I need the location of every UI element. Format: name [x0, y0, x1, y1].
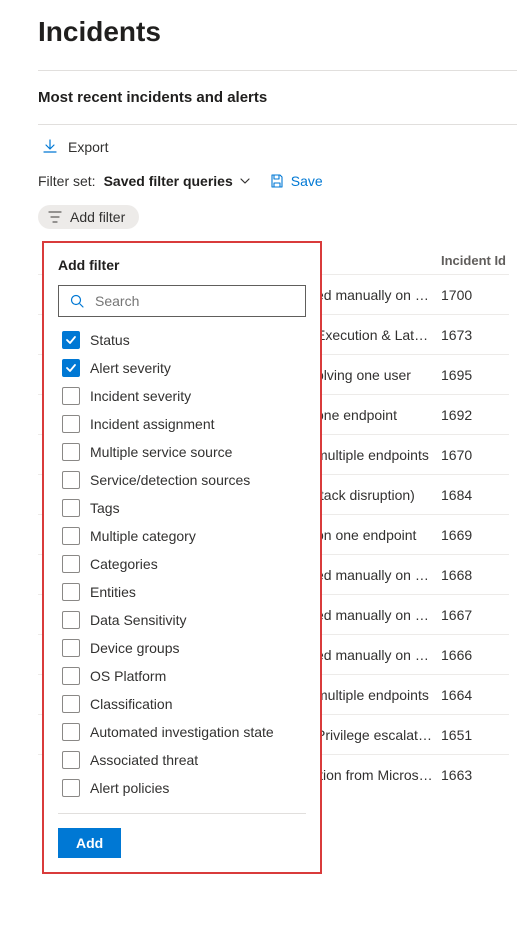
filter-option-label: Multiple category — [90, 528, 196, 544]
checkbox[interactable] — [62, 471, 80, 489]
checkbox[interactable] — [62, 611, 80, 629]
incident-id-cell: 1669 — [441, 527, 509, 543]
filter-option[interactable]: Entities — [62, 583, 302, 601]
filter-option-label: Multiple service source — [90, 444, 232, 460]
checkbox[interactable] — [62, 387, 80, 405]
download-icon — [42, 139, 58, 155]
export-label: Export — [68, 139, 108, 155]
column-header-incident-id[interactable]: Incident Id — [441, 253, 509, 268]
checkbox[interactable] — [62, 415, 80, 433]
filter-option-label: Incident severity — [90, 388, 191, 404]
filter-option-label: OS Platform — [90, 668, 166, 684]
search-input-wrap[interactable] — [58, 285, 306, 317]
incident-id-cell: 1664 — [441, 687, 509, 703]
checkbox[interactable] — [62, 723, 80, 741]
checkbox[interactable] — [62, 695, 80, 713]
section-title: Most recent incidents and alerts — [38, 89, 517, 106]
filter-option[interactable]: Status — [62, 331, 302, 349]
add-filter-chip-label: Add filter — [70, 209, 125, 225]
incident-id-cell: 1651 — [441, 727, 509, 743]
filter-option-label: Alert severity — [90, 360, 171, 376]
filter-option[interactable]: Alert policies — [62, 779, 302, 797]
filter-option-label: Automated investigation state — [90, 724, 274, 740]
filterset-value: Saved filter queries — [104, 173, 233, 189]
filter-option[interactable]: Categories — [62, 555, 302, 573]
filter-option-label: Incident assignment — [90, 416, 215, 432]
filter-option-label: Data Sensitivity — [90, 612, 186, 628]
incident-id-cell: 1684 — [441, 487, 509, 503]
incident-id-cell: 1692 — [441, 407, 509, 423]
filterset-label: Filter set: — [38, 173, 96, 189]
filter-option[interactable]: Incident severity — [62, 387, 302, 405]
checkbox[interactable] — [62, 555, 80, 573]
incident-id-cell: 1695 — [441, 367, 509, 383]
add-filter-chip[interactable]: Add filter — [38, 205, 139, 229]
filter-option[interactable]: Incident assignment — [62, 415, 302, 433]
incident-id-cell: 1667 — [441, 607, 509, 623]
divider — [38, 124, 517, 125]
filter-option[interactable]: Service/detection sources — [62, 471, 302, 489]
filter-option[interactable]: OS Platform — [62, 667, 302, 685]
filter-option-label: Status — [90, 332, 130, 348]
add-filter-popup: Add filter Status Alert severity Incident … — [42, 241, 322, 874]
checkbox[interactable] — [62, 667, 80, 685]
checkbox[interactable] — [62, 779, 80, 797]
checkbox-checked[interactable] — [62, 331, 80, 349]
export-button[interactable]: Export — [42, 139, 517, 155]
filter-option-label: Categories — [90, 556, 158, 572]
incident-id-cell: 1670 — [441, 447, 509, 463]
chevron-down-icon — [239, 175, 251, 187]
divider — [38, 70, 517, 71]
save-icon — [269, 173, 285, 189]
save-label: Save — [291, 173, 323, 189]
filter-option-label: Device groups — [90, 640, 180, 656]
page-title: Incidents — [38, 16, 517, 48]
filter-option[interactable]: Data Sensitivity — [62, 611, 302, 629]
filter-option[interactable]: Classification — [62, 695, 302, 713]
filter-option[interactable]: Alert severity — [62, 359, 302, 377]
filter-option[interactable]: Multiple service source — [62, 443, 302, 461]
filterset-dropdown[interactable]: Saved filter queries — [104, 173, 251, 189]
filter-option-label: Alert policies — [90, 780, 169, 796]
incident-id-cell: 1666 — [441, 647, 509, 663]
search-input[interactable] — [93, 292, 295, 310]
add-button[interactable]: Add — [58, 828, 121, 858]
filter-option-label: Service/detection sources — [90, 472, 250, 488]
checkbox[interactable] — [62, 443, 80, 461]
incident-id-cell: 1663 — [441, 767, 509, 783]
incident-id-cell: 1673 — [441, 327, 509, 343]
popup-title: Add filter — [58, 257, 306, 273]
checkbox[interactable] — [62, 751, 80, 769]
filter-icon — [48, 210, 62, 224]
search-icon — [69, 293, 85, 309]
filter-option-label: Entities — [90, 584, 136, 600]
save-button[interactable]: Save — [269, 173, 323, 189]
filter-option[interactable]: Tags — [62, 499, 302, 517]
filter-option-label: Tags — [90, 500, 120, 516]
filter-option-label: Classification — [90, 696, 172, 712]
incident-id-cell: 1668 — [441, 567, 509, 583]
filter-option[interactable]: Associated threat — [62, 751, 302, 769]
filter-option[interactable]: Device groups — [62, 639, 302, 657]
checkbox-checked[interactable] — [62, 359, 80, 377]
checkbox[interactable] — [62, 499, 80, 517]
checkbox[interactable] — [62, 527, 80, 545]
filter-option-label: Associated threat — [90, 752, 198, 768]
checkbox[interactable] — [62, 583, 80, 601]
filter-option[interactable]: Multiple category — [62, 527, 302, 545]
incident-id-cell: 1700 — [441, 287, 509, 303]
checkbox[interactable] — [62, 639, 80, 657]
filter-option[interactable]: Automated investigation state — [62, 723, 302, 741]
